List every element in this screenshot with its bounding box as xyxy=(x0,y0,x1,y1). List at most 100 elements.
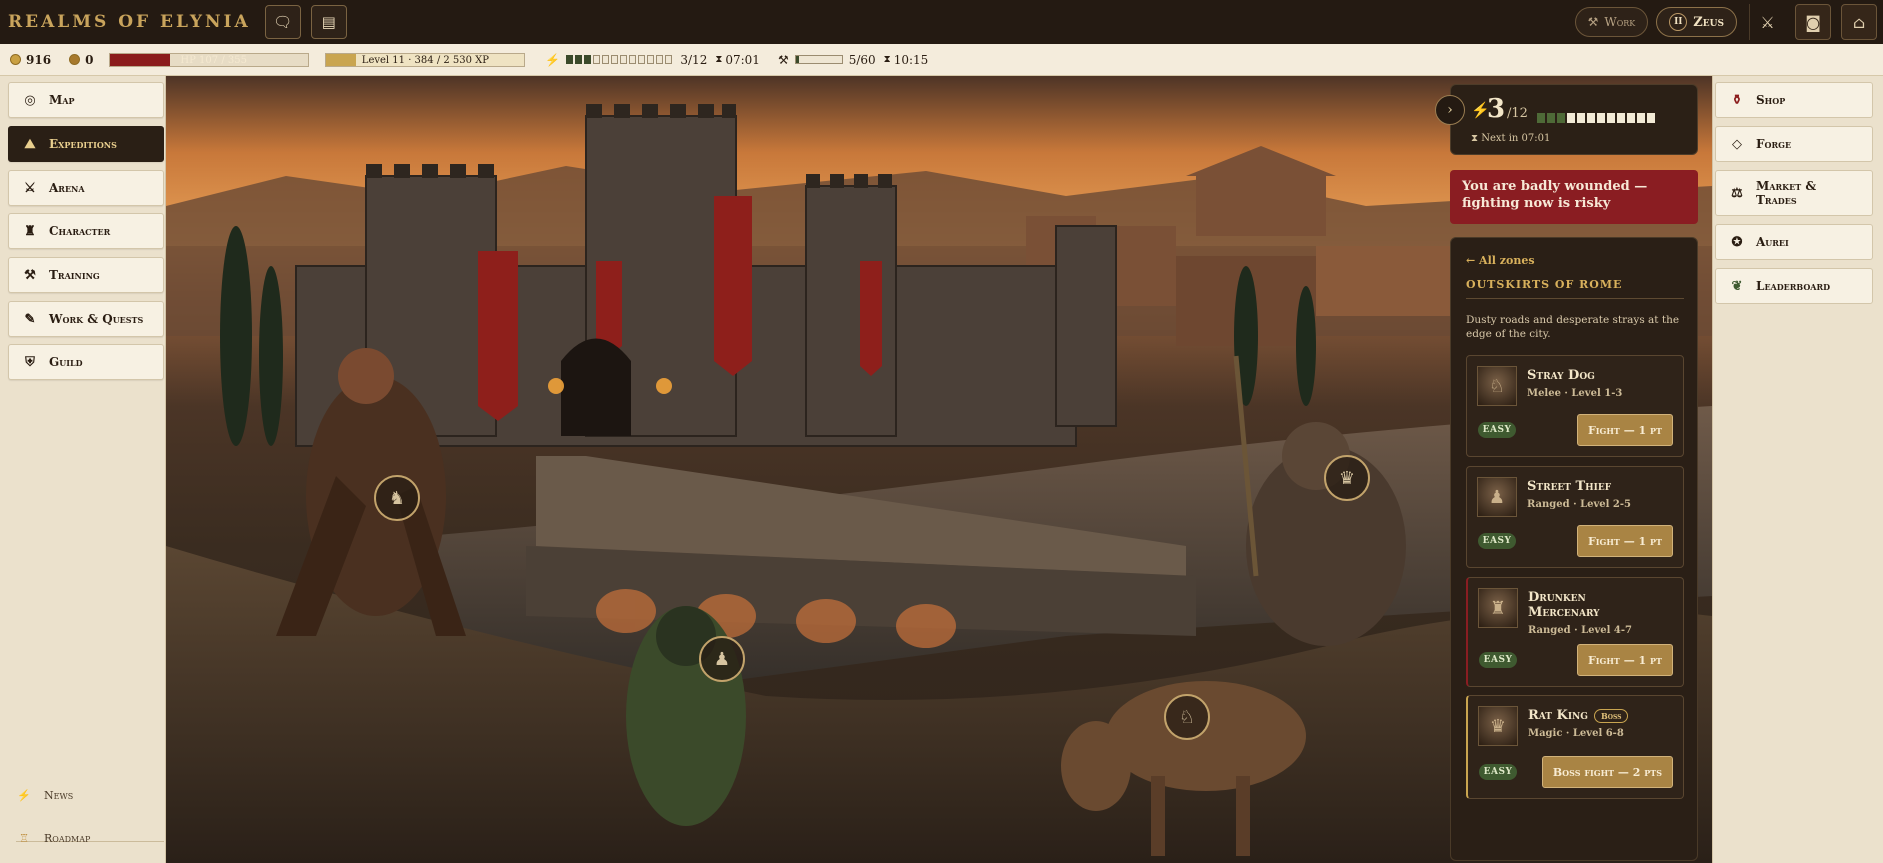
energy-next-timer: ⧗ Next in 07:01 xyxy=(1471,133,1550,144)
enemy-subtitle: Ranged · Level 4-7 xyxy=(1528,625,1632,636)
difficulty-badge: EASY xyxy=(1478,422,1516,438)
xp-text: Level 11 · 384 / 2 530 XP xyxy=(361,54,490,66)
enemy-name: Street Thief xyxy=(1527,479,1612,494)
fight-button[interactable]: Fight — 1 pt xyxy=(1576,414,1673,446)
enemy-marker-gladiator[interactable]: ♞ xyxy=(374,475,420,521)
nav-label: Guild xyxy=(49,355,83,369)
journal-button[interactable]: ▤ xyxy=(310,5,347,39)
energy-timer: 07:01 xyxy=(725,52,760,67)
nav-item-shop[interactable]: ⚱ Shop xyxy=(1715,82,1873,118)
gold-coin-icon xyxy=(10,54,21,65)
energy-segment xyxy=(1637,113,1645,123)
energy-count: 3/12 xyxy=(680,52,708,67)
mercenary-icon: ♜ xyxy=(1489,597,1507,619)
wounded-warning: You are badly wounded — fighting now is … xyxy=(1450,170,1698,224)
work-timer: 10:15 xyxy=(893,52,929,67)
user-menu-button[interactable]: II Zeus xyxy=(1656,7,1737,37)
fight-button[interactable]: Fight — 1 pt xyxy=(1576,644,1673,676)
fight-button[interactable]: Fight — 1 pt xyxy=(1576,525,1673,557)
energy-segment xyxy=(584,55,592,64)
energy-segment xyxy=(1557,113,1565,123)
logout-button[interactable]: ⌂ xyxy=(1841,4,1877,40)
user-name: Zeus xyxy=(1693,14,1724,30)
nav-item-news[interactable]: ⚡ News xyxy=(16,782,156,808)
energy-segment xyxy=(1607,113,1615,123)
sword-icon: ⚔ xyxy=(1760,12,1775,32)
hourglass-icon: ⧗ xyxy=(883,54,891,65)
xp-bar: Level 11 · 384 / 2 530 XP xyxy=(325,52,526,67)
gold-amount: 916 xyxy=(26,52,52,67)
hourglass-icon: ⧗ xyxy=(1471,133,1482,144)
energy-segment xyxy=(1567,113,1575,123)
energy-segment xyxy=(602,55,610,64)
zone-title-divider xyxy=(1466,298,1684,299)
boss-fight-button[interactable]: Boss fight — 2 pts xyxy=(1541,756,1673,788)
enemy-card-drunken-mercenary: ♜ Drunken Mercenary Ranged · Level 4-7 E… xyxy=(1466,577,1684,687)
energy-card-segments xyxy=(1537,113,1657,123)
nav-item-aurei[interactable]: ✪ Aurei xyxy=(1715,224,1873,260)
enemy-name: Drunken Mercenary xyxy=(1528,590,1600,620)
energy-segment xyxy=(593,55,601,64)
collapse-panel-button[interactable]: › xyxy=(1435,95,1465,125)
zone-description: Dusty roads and desperate strays at the … xyxy=(1466,314,1680,340)
nav-label: Aurei xyxy=(1756,235,1789,249)
discord-icon: ◙ xyxy=(1805,12,1821,32)
enemy-marker-thief[interactable]: ♟ xyxy=(699,636,745,682)
work-button[interactable]: ⚒ Work xyxy=(1574,7,1649,37)
energy-stat: ⚡ 3/12 ⧗ 07:01 xyxy=(545,53,760,67)
nav-label: Market & Trades xyxy=(1756,179,1817,207)
enemy-name-text: Rat King xyxy=(1528,708,1588,723)
nav-item-work-quests[interactable]: ✎ Work & Quests xyxy=(8,301,164,337)
nav-item-map[interactable]: ◎ Map xyxy=(8,82,164,118)
nav-item-leaderboard[interactable]: ❦ Leaderboard xyxy=(1715,268,1873,304)
left-sidebar: ◎ Map ⛰ Expeditions ⚔ Arena ♜ Character ⚒ Tra… xyxy=(0,76,166,863)
torch xyxy=(548,378,564,394)
rank-badge-icon: II xyxy=(1669,13,1688,31)
energy-segment xyxy=(575,55,583,64)
enemy-subtitle: Magic · Level 6-8 xyxy=(1528,728,1624,739)
castle-gate xyxy=(561,338,631,436)
gem-icon: ◇ xyxy=(1732,136,1742,152)
aurei-coin-icon xyxy=(69,54,81,65)
energy-segment xyxy=(1627,113,1635,123)
app-logo[interactable]: REALMS OF ELYNIA xyxy=(8,12,251,32)
nav-item-character[interactable]: ♜ Character xyxy=(8,213,164,249)
energy-segment xyxy=(665,55,673,64)
top-bar: REALMS OF ELYNIA 🗨 ▤ ⚒ Work II Zeus ⚔ ◙ ⌂ xyxy=(0,0,1883,44)
nav-item-expeditions[interactable]: ⛰ Expeditions xyxy=(8,126,164,162)
enemy-subtitle: Ranged · Level 2-5 xyxy=(1527,499,1631,510)
thief-icon: ♟ xyxy=(1488,486,1506,508)
chevron-right-icon: › xyxy=(1447,102,1453,118)
all-zones-link[interactable]: ← All zones xyxy=(1466,254,1535,267)
hammer-icon: ⚒ xyxy=(777,52,789,67)
nav-label: Shop xyxy=(1756,93,1786,107)
work-label: Work xyxy=(1604,15,1636,29)
chat-icon: 🗨 xyxy=(273,13,293,31)
nav-label: Training xyxy=(49,268,100,282)
nav-label: Roadmap xyxy=(44,831,91,845)
warrior-icon: ♞ xyxy=(388,487,406,509)
difficulty-badge: EASY xyxy=(1478,533,1516,549)
zone-title: OUTSKIRTS OF ROME xyxy=(1466,278,1623,291)
nav-item-forge[interactable]: ◇ Forge xyxy=(1715,126,1873,162)
enemy-marker-rat-king[interactable]: ♛ xyxy=(1324,455,1370,501)
nav-item-roadmap[interactable]: ♖ Roadmap xyxy=(16,825,156,851)
nav-label: Work & Quests xyxy=(49,312,144,326)
chat-button[interactable]: 🗨 xyxy=(264,5,301,39)
nav-item-arena[interactable]: ⚔ Arena xyxy=(8,170,164,206)
energy-segment xyxy=(1537,113,1545,123)
sword-button[interactable]: ⚔ xyxy=(1749,4,1785,40)
energy-segment xyxy=(1647,113,1655,123)
difficulty-badge: EASY xyxy=(1479,652,1517,668)
energy-segment xyxy=(647,55,655,64)
enemy-marker-stray-dog[interactable]: ♘ xyxy=(1164,694,1210,740)
nav-label: Arena xyxy=(49,181,85,195)
aurei-amount: 0 xyxy=(85,52,94,67)
nav-item-guild[interactable]: ⛨ Guild xyxy=(8,344,164,380)
nav-item-training[interactable]: ⚒ Training xyxy=(8,257,164,293)
discord-button[interactable]: ◙ xyxy=(1795,4,1831,40)
bolt-icon: ⚡ xyxy=(545,52,561,67)
nav-item-market-trades[interactable]: ⚖ Market & Trades xyxy=(1715,170,1873,216)
zone-panel: ← All zones OUTSKIRTS OF ROME Dusty road… xyxy=(1450,237,1698,861)
aurei-coin-icon: ✪ xyxy=(1731,234,1743,250)
